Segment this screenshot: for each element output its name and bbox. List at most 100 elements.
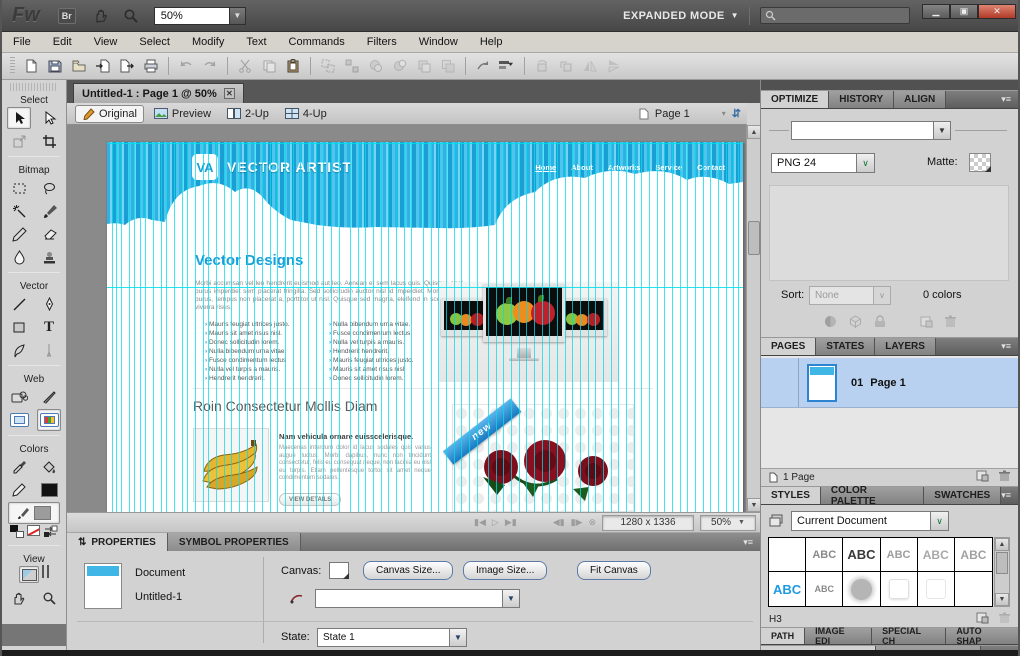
tab-symbol-properties[interactable]: SYMBOL PROPERTIES — [168, 533, 301, 551]
transparency-icon[interactable] — [849, 315, 862, 333]
new-document-icon[interactable] — [19, 55, 43, 77]
tab-special-characters[interactable]: SPECIAL CH — [872, 628, 946, 644]
fill-color-control[interactable] — [8, 502, 60, 524]
previous-state-icon[interactable]: ◀▮ — [553, 517, 565, 528]
align-icon[interactable] — [495, 55, 519, 77]
tab-color-palette[interactable]: COLOR PALETTE — [821, 487, 924, 504]
panel-menu-icon[interactable]: ▾≡ — [1001, 487, 1018, 504]
panel-menu-icon[interactable]: ▾≡ — [1001, 338, 1018, 355]
brush-tool[interactable] — [37, 200, 61, 222]
panel-menu-icon[interactable]: ▾≡ — [743, 533, 760, 551]
stop-icon[interactable]: ⊗ — [588, 517, 596, 528]
stroke-color-swatch[interactable] — [37, 479, 61, 501]
style-swatch[interactable]: ABC — [955, 538, 992, 572]
menu-modify[interactable]: Modify — [181, 36, 235, 48]
style-swatch[interactable] — [881, 572, 918, 606]
menu-filters[interactable]: Filters — [356, 36, 408, 48]
line-tool[interactable] — [7, 293, 31, 315]
tab-optimize[interactable]: OPTIMIZE — [761, 91, 829, 108]
default-colors-icon[interactable] — [10, 525, 24, 538]
undo-icon[interactable] — [174, 55, 198, 77]
menu-edit[interactable]: Edit — [42, 36, 83, 48]
style-swatch[interactable] — [769, 538, 806, 572]
scroll-thumb[interactable] — [748, 221, 760, 255]
flip-vertical-icon[interactable] — [602, 55, 626, 77]
text-tool[interactable]: T — [37, 316, 61, 338]
style-swatch[interactable]: ABC — [806, 572, 843, 606]
zoom-select[interactable]: 50%▼ — [154, 7, 246, 25]
pointer-tool[interactable] — [7, 107, 31, 129]
style-source-dropdown[interactable]: Current Document∨ — [791, 511, 949, 531]
hand-tool[interactable] — [7, 587, 31, 609]
group-icon[interactable] — [316, 55, 340, 77]
dropdown-arrow-icon[interactable]: ▼ — [229, 8, 245, 24]
flip-horizontal-icon[interactable] — [578, 55, 602, 77]
style-swatch[interactable]: ABC — [843, 538, 880, 572]
workspace-mode-button[interactable]: EXPANDED MODE▼ — [623, 10, 739, 22]
subselection-tool[interactable] — [37, 107, 61, 129]
scroll-down-icon[interactable]: ▼ — [747, 498, 761, 512]
copy-icon[interactable] — [257, 55, 281, 77]
add-color-icon[interactable] — [920, 315, 933, 333]
tab-properties[interactable]: ⇅PROPERTIES — [67, 533, 168, 551]
menu-view[interactable]: View — [83, 36, 129, 48]
tab-path[interactable]: PATH — [761, 628, 805, 644]
export-format-dropdown[interactable]: PNG 24∨ — [771, 153, 875, 173]
import-icon[interactable] — [91, 55, 115, 77]
view-4up-button[interactable]: 4-Up — [279, 106, 333, 122]
close-document-icon[interactable]: ✕ — [224, 88, 235, 99]
page-list-item[interactable]: 01 Page 1 — [761, 358, 1018, 408]
print-icon[interactable] — [139, 55, 163, 77]
eyedropper-tool[interactable] — [7, 456, 31, 478]
zoom-tool[interactable] — [37, 587, 61, 609]
tab-pages[interactable]: PAGES — [761, 338, 816, 355]
tab-states[interactable]: STATES — [816, 338, 875, 355]
document-tab[interactable]: Untitled-1 : Page 1 @ 50% ✕ — [73, 83, 244, 103]
lasso-tool[interactable] — [37, 177, 61, 199]
blur-tool[interactable] — [7, 246, 31, 268]
paste-icon[interactable] — [281, 55, 305, 77]
style-swatch[interactable]: ABC — [881, 538, 918, 572]
pencil-tool[interactable] — [7, 223, 31, 245]
menu-file[interactable]: File — [2, 36, 42, 48]
union-icon[interactable] — [364, 55, 388, 77]
export-icon[interactable] — [115, 55, 139, 77]
zoom-tool-icon[interactable] — [120, 6, 142, 26]
zoom-level-control[interactable]: 50%▼ — [700, 515, 756, 531]
marquee-tool[interactable] — [7, 177, 31, 199]
punch-icon[interactable] — [388, 55, 412, 77]
hand-icon[interactable] — [90, 6, 112, 26]
knife-tool[interactable] — [37, 339, 61, 361]
rectangle-tool[interactable] — [7, 316, 31, 338]
menu-text[interactable]: Text — [235, 36, 277, 48]
slice-tool[interactable] — [37, 386, 61, 408]
play-icon[interactable]: ▷ — [492, 517, 499, 528]
tab-auto-shapes[interactable]: AUTO SHAP — [946, 628, 1018, 644]
rotate-icon[interactable] — [530, 55, 554, 77]
rebuild-palette-icon[interactable] — [824, 315, 837, 333]
cut-icon[interactable] — [233, 55, 257, 77]
canvas-area[interactable]: VA VECTOR ARTIST Home About Artworks Ser… — [67, 125, 746, 512]
style-swatch[interactable]: ABC — [769, 572, 806, 606]
style-swatch[interactable] — [843, 572, 880, 606]
image-size-button[interactable]: Image Size... — [463, 561, 547, 580]
canvas-size-button[interactable]: Canvas Size... — [363, 561, 453, 580]
menu-commands[interactable]: Commands — [278, 36, 356, 48]
redo-icon[interactable] — [198, 55, 222, 77]
pen-tool[interactable] — [37, 293, 61, 315]
delete-page-icon[interactable] — [999, 470, 1010, 485]
no-color-button[interactable] — [27, 525, 40, 536]
filters-dropdown[interactable]: ▼ — [315, 589, 520, 608]
styles-scrollbar[interactable]: ▲ ▼ — [994, 537, 1010, 607]
ungroup-icon[interactable] — [340, 55, 364, 77]
scroll-up-icon[interactable]: ▲ — [747, 125, 761, 139]
close-button[interactable]: ✕ — [978, 4, 1016, 19]
next-state-icon[interactable]: ▮▶ — [571, 517, 583, 528]
panel-menu-icon[interactable]: ▾≡ — [1001, 91, 1018, 108]
view-details-button[interactable]: VIEW DETAILS — [279, 493, 341, 506]
menu-select[interactable]: Select — [128, 36, 181, 48]
fit-canvas-button[interactable]: Fit Canvas — [577, 561, 651, 580]
new-page-icon[interactable] — [976, 470, 989, 485]
freeform-tool[interactable] — [7, 339, 31, 361]
magic-wand-tool[interactable] — [7, 200, 31, 222]
